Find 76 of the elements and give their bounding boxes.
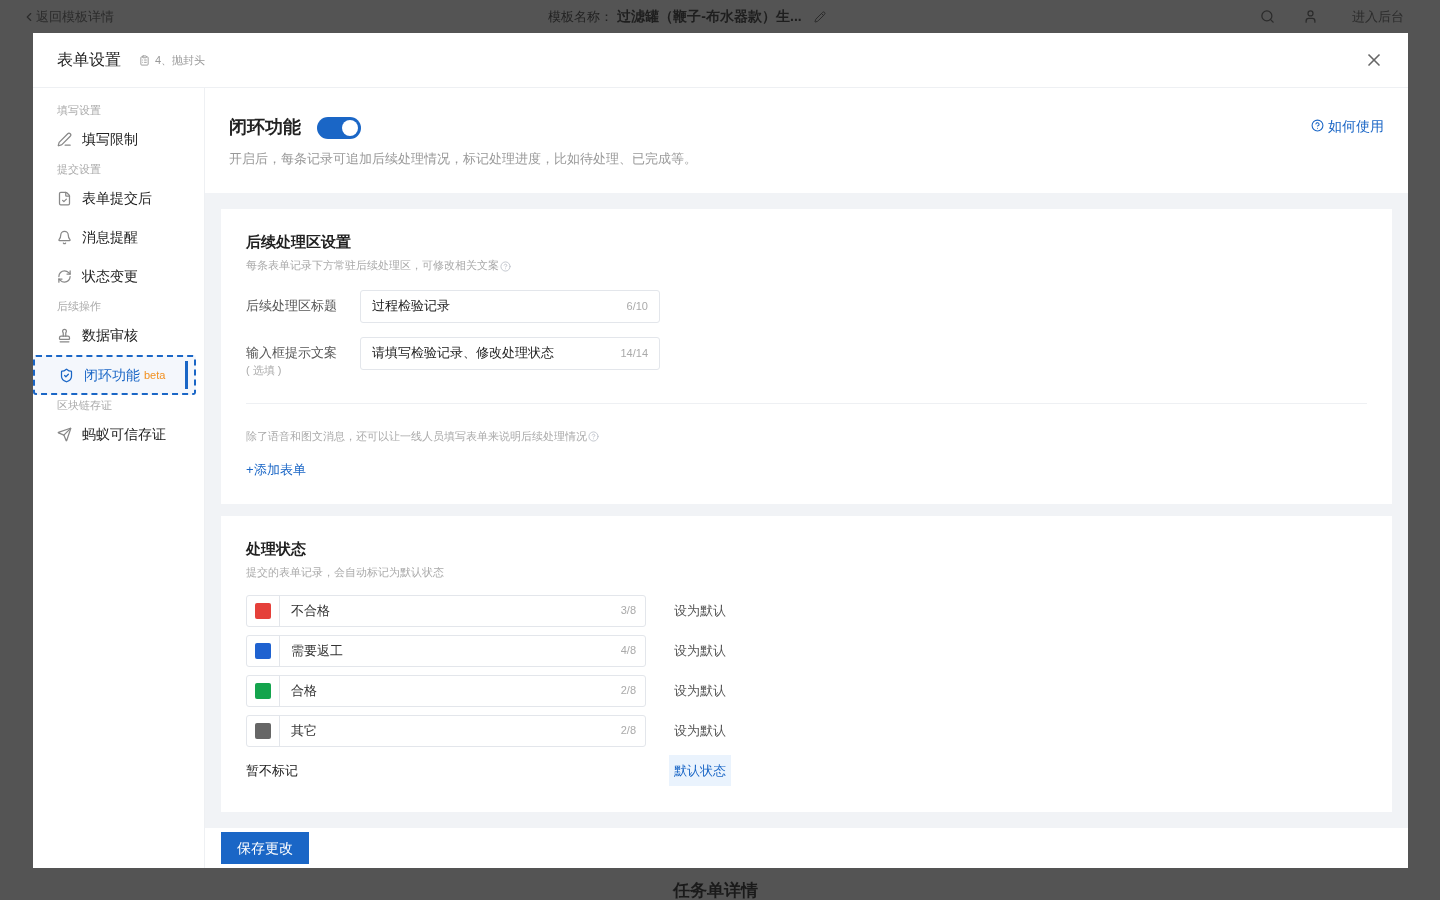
status-name: 暂不标记 [246, 761, 299, 780]
char-count: 2/8 [620, 683, 636, 699]
color-swatch[interactable] [255, 642, 271, 659]
help-icon [500, 260, 511, 272]
char-count: 14/14 [620, 345, 648, 361]
sidebar-item[interactable]: 数据审核 [33, 316, 204, 355]
section-title: 任务单详情 [673, 880, 758, 900]
sidebar-group-label: 提交设置 [56, 162, 102, 177]
sidebar-item-label: 消息提醒 [82, 228, 138, 247]
sidebar-item-label: 闭环功能 [84, 365, 140, 385]
feature-toggle[interactable] [317, 116, 361, 139]
bell-icon [57, 230, 72, 245]
set-default-button[interactable]: 设为默认 [669, 715, 731, 746]
card-title: 后续处理区设置 [246, 231, 352, 252]
set-default-button[interactable]: 设为默认 [669, 675, 731, 706]
field-label: 后续处理区标题 [246, 296, 338, 315]
default-state-button[interactable]: 默认状态 [669, 754, 731, 786]
shield-icon [59, 367, 74, 383]
field-label: 输入框提示文案 [246, 343, 338, 362]
edit-icon [813, 10, 826, 23]
breadcrumb: 4、抛封头 [155, 52, 206, 68]
text-field[interactable]: 请填写检验记录、修改处理状态 14/14 [360, 336, 660, 370]
status-field[interactable]: 合格 2/8 [246, 674, 646, 707]
help-icon [1311, 119, 1324, 132]
form-icon [57, 191, 72, 206]
text-field[interactable]: 过程检验记录 6/10 [360, 289, 660, 323]
status-name: 需要返工 [291, 641, 344, 660]
sidebar-group-label: 填写设置 [56, 103, 102, 118]
form-icon [139, 54, 150, 66]
feature-description: 开启后，每条记录可追加后续处理情况，标记处理进度，比如待处理、已完成等。 [229, 150, 698, 168]
card-hint: 提交的表单记录，会自动标记为默认状态 [246, 565, 445, 580]
color-swatch[interactable] [255, 722, 271, 739]
status-field[interactable]: 其它 2/8 [246, 714, 646, 747]
sidebar-item-label: 蚂蚁可信存证 [82, 425, 166, 444]
field-value: 过程检验记录 [372, 297, 451, 316]
feature-title: 闭环功能 [229, 116, 301, 139]
status-field[interactable]: 需要返工 4/8 [246, 634, 646, 667]
char-count: 3/8 [620, 603, 636, 619]
beta-label: beta [144, 367, 166, 383]
sidebar-item-label: 填写限制 [82, 130, 138, 149]
field-value: 请填写检验记录、修改处理状态 [372, 344, 555, 363]
refresh-icon [57, 269, 72, 284]
dialog-title: 表单设置 [57, 50, 121, 70]
sidebar-item[interactable]: 填写限制 [33, 120, 204, 159]
sidebar-group-label: 后续操作 [56, 299, 102, 314]
sidebar-item[interactable]: 消息提醒 [33, 218, 204, 257]
card-hint: 每条表单记录下方常驻后续处理区，可修改相关文案 [246, 257, 1367, 274]
sidebar-item-label: 状态变更 [82, 267, 138, 286]
status-name: 不合格 [291, 601, 331, 620]
sidebar-group-label: 区块链存证 [56, 398, 113, 413]
set-default-button[interactable]: 设为默认 [669, 635, 731, 666]
color-swatch[interactable] [255, 682, 271, 699]
sidebar-item-label: 表单提交后 [82, 189, 152, 208]
color-swatch[interactable] [255, 602, 271, 619]
status-name: 其它 [291, 721, 318, 740]
pen-icon [57, 132, 72, 147]
sidebar-item-label: 数据审核 [82, 326, 138, 345]
sidebar-item[interactable]: 状态变更 [33, 257, 204, 296]
stamp-icon [57, 328, 72, 343]
status-field[interactable]: 不合格 3/8 [246, 594, 646, 627]
paper-plane-icon [57, 427, 72, 442]
char-count: 6/10 [626, 298, 648, 314]
sidebar-item[interactable]: 闭环功能 beta [33, 355, 196, 395]
help-link[interactable]: 如何使用 [1311, 116, 1384, 136]
card-title: 处理状态 [246, 538, 307, 559]
card-note: 除了语音和图文消息，还可以让一线人员填写表单来说明后续处理情况 [246, 427, 1367, 444]
char-count: 4/8 [620, 643, 636, 659]
status-name: 合格 [291, 681, 318, 700]
sidebar-item[interactable]: 蚂蚁可信存证 [33, 415, 204, 454]
sidebar-item[interactable]: 表单提交后 [33, 179, 204, 218]
save-button[interactable]: 保存更改 [221, 832, 309, 864]
char-count: 2/8 [620, 723, 636, 739]
help-icon [588, 431, 599, 443]
field-sublabel: ( 选填 ) [246, 363, 283, 378]
set-default-button[interactable]: 设为默认 [669, 595, 731, 626]
add-form-link[interactable]: +添加表单 [246, 460, 306, 480]
